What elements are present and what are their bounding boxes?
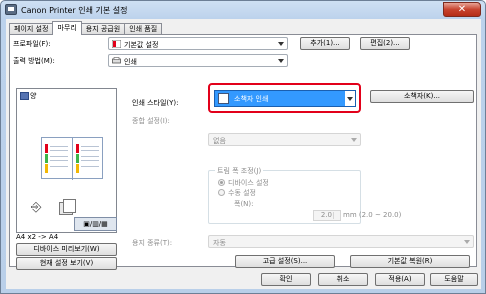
preview-caption: A4 x2 -> A4	[16, 233, 59, 241]
booklet-icon	[218, 93, 229, 104]
chevron-down-icon	[345, 91, 355, 106]
print-style-value: 소책자 인쇄	[234, 95, 269, 103]
spin-arrows-icon[interactable]	[333, 212, 339, 219]
device-setting-label: 디바이스 설정	[228, 179, 269, 187]
chevron-down-icon	[351, 138, 357, 142]
width-label: 폭(N):	[234, 200, 254, 208]
device-setting-radio[interactable]	[218, 179, 225, 186]
window-title: Canon Printer 인쇄 기본 설정	[21, 6, 128, 15]
profile-value: 기본값 설정	[124, 41, 159, 49]
width-value: 2.0	[320, 211, 332, 219]
booklet-button[interactable]: 소책자(K)...	[370, 90, 474, 103]
booklet-preview-image	[41, 137, 103, 180]
output-method-combo[interactable]: 인쇄	[108, 54, 288, 67]
edit-profile-button[interactable]: 편집(2)...	[360, 37, 410, 50]
print-style-highlight: 소책자 인쇄	[208, 83, 361, 113]
add-profile-button[interactable]: 추가(1)...	[300, 37, 350, 50]
finishing-panel: 프로파일(F): 기본값 설정 추가(1)... 편집(2)... 출력 방법(…	[9, 34, 477, 270]
page-preview: 양 ⎆ ▣/▥/▦	[16, 88, 117, 233]
title-bar[interactable]: Canon Printer 인쇄 기본 설정 ✕	[1, 1, 485, 19]
paper-type-label: 용지 종류(T):	[132, 239, 173, 247]
width-unit: mm (2.0 ~ 20.0)	[343, 211, 402, 219]
dialog-client: 페이지 설정 마무리 용지 공급원 인쇄 품질 프로파일(F): 기본값 설정 …	[6, 19, 481, 289]
chevron-down-icon	[278, 59, 284, 63]
profile-label: 프로파일(F):	[13, 40, 51, 48]
printer-small-icon	[112, 57, 121, 64]
manual-setting-label: 수동 설정	[228, 189, 256, 197]
tab-finishing[interactable]: 마무리	[52, 21, 82, 35]
paper-type-value: 자동	[213, 239, 226, 247]
chevron-down-icon	[278, 42, 284, 46]
manual-setting-radio[interactable]	[218, 189, 225, 196]
binding-direction-combo[interactable]: 없음	[208, 133, 361, 146]
width-spinbox[interactable]: 2.0	[313, 210, 341, 221]
binding-options-icon[interactable]: ▣/▥/▦	[74, 217, 117, 231]
close-button[interactable]: ✕	[443, 2, 481, 17]
print-style-combo[interactable]: 소책자 인쇄	[214, 90, 356, 107]
help-button[interactable]: 도움말	[430, 273, 478, 286]
trim-group-title: 트림 폭 조정(J)	[215, 166, 264, 176]
layout-icon	[20, 92, 29, 100]
paper-type-combo[interactable]: 자동	[208, 235, 474, 248]
print-style-label: 인쇄 스타일(Y):	[132, 99, 179, 107]
printer-icon	[5, 4, 17, 15]
apply-button[interactable]: 적용(A)	[375, 273, 425, 286]
printer-preferences-window: Canon Printer 인쇄 기본 설정 ✕ 페이지 설정 마무리 용지 공…	[0, 0, 486, 294]
chevron-down-icon	[464, 240, 470, 244]
output-method-label: 출력 방법(M):	[13, 57, 55, 65]
tab-strip: 페이지 설정 마무리 용지 공급원 인쇄 품질	[9, 21, 163, 35]
profile-combo[interactable]: 기본값 설정	[108, 37, 288, 50]
binding-direction-value: 없음	[213, 137, 226, 145]
binding-setting-label: 종합 설정(I):	[132, 117, 170, 125]
advanced-settings-button[interactable]: 고급 설정(S)...	[235, 255, 335, 268]
preview-title: 양	[30, 92, 37, 100]
restore-defaults-button[interactable]: 기본값 복원(R)	[350, 255, 470, 268]
cancel-button[interactable]: 취소	[318, 273, 368, 286]
device-preview-button[interactable]: 디바이스 미리보기(W)	[16, 243, 117, 256]
ok-button[interactable]: 확인	[261, 273, 311, 286]
trim-width-group: 트림 폭 조정(J) 디바이스 설정 수동 설정 폭(N): 2.0 mm (2…	[208, 166, 401, 224]
staple-icon: ⎆	[31, 200, 42, 215]
copies-icon	[59, 199, 76, 215]
profile-icon	[112, 40, 121, 48]
view-current-settings-button[interactable]: 현재 설정 보기(V)	[16, 257, 117, 270]
output-method-value: 인쇄	[124, 58, 137, 66]
